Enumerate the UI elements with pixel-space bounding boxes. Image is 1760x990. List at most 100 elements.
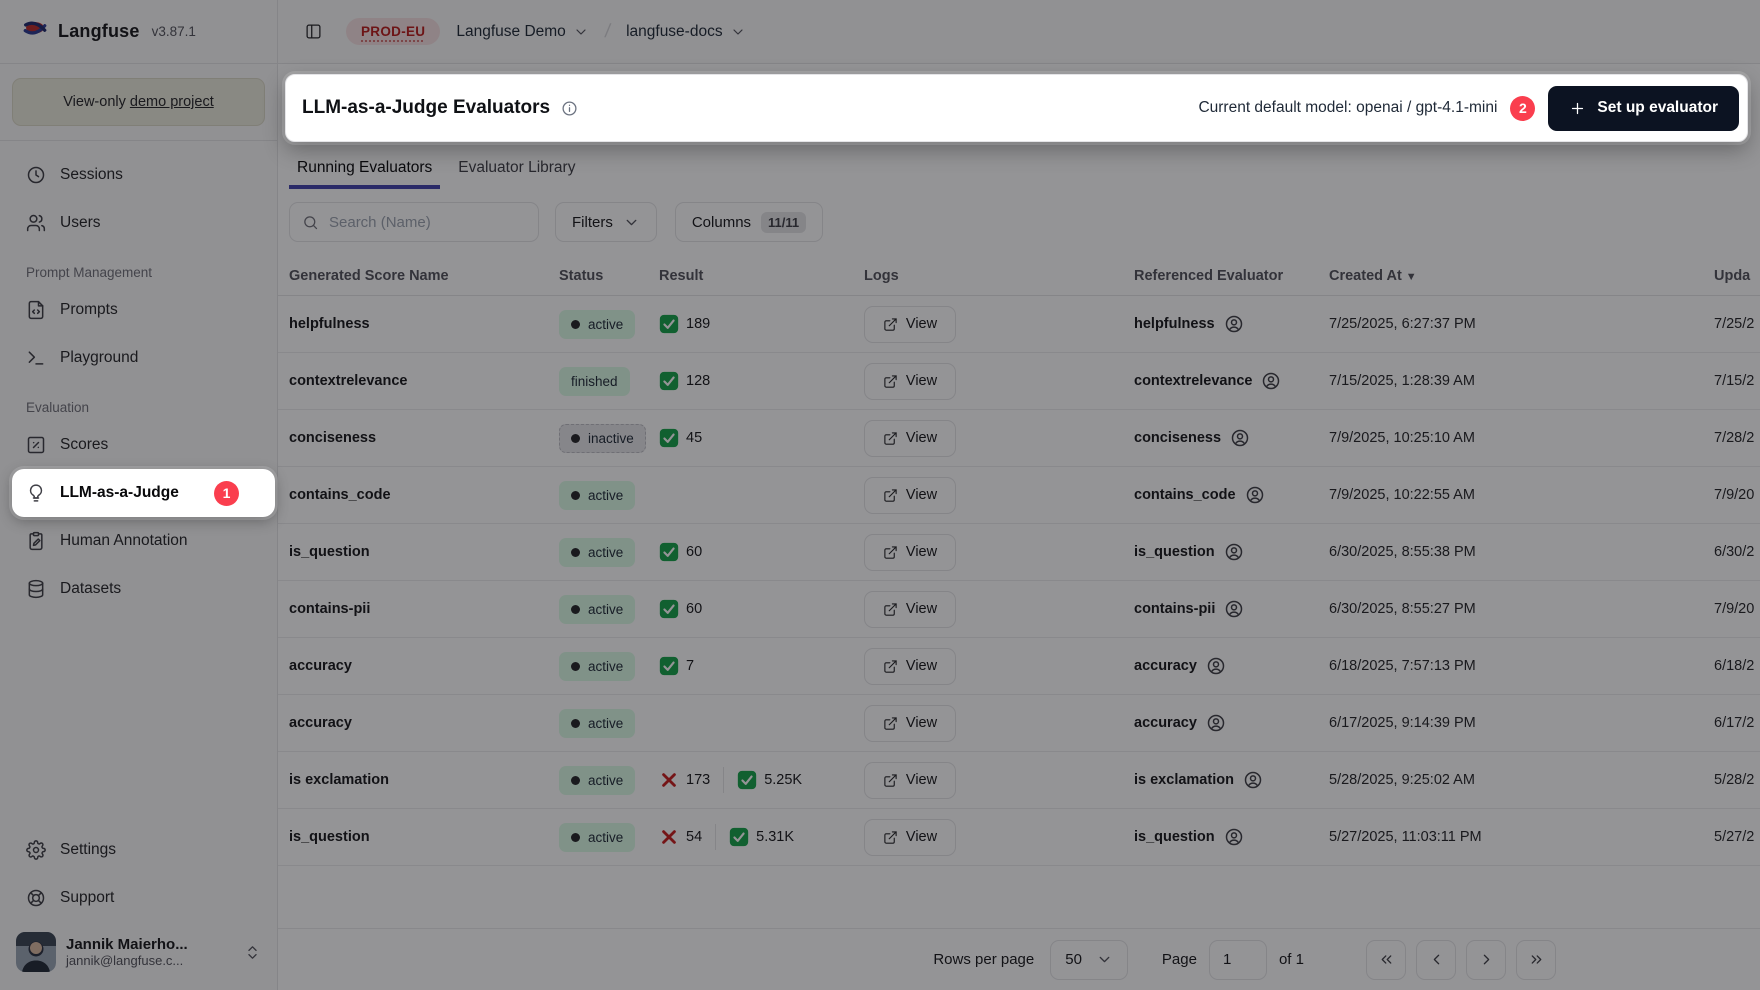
sidebar-item-support[interactable]: Support <box>12 874 265 922</box>
demo-project-link[interactable]: demo project <box>130 94 214 110</box>
logs-cell: View <box>864 819 1134 856</box>
external-link-icon <box>883 488 898 503</box>
sidebar-bottom: SettingsSupport Jannik Maierho... jannik… <box>0 826 277 990</box>
sidebar-divider <box>0 140 277 141</box>
column-header-generated-score-name[interactable]: Generated Score Name <box>289 268 559 284</box>
view-logs-button[interactable]: View <box>864 762 956 799</box>
page-size-select[interactable]: 50 <box>1050 940 1128 980</box>
result-pass: 5.25K <box>737 770 802 790</box>
referenced-evaluator-cell: accuracy <box>1134 713 1329 733</box>
user-circle-icon <box>1206 713 1226 733</box>
view-logs-button[interactable]: View <box>864 819 956 856</box>
search-input[interactable] <box>329 214 526 231</box>
search-icon <box>302 214 319 231</box>
view-logs-button[interactable]: View <box>864 477 956 514</box>
nav-section-label-evaluation: Evaluation <box>26 400 251 415</box>
last-page-button[interactable] <box>1516 940 1556 980</box>
updated-at-cell: 6/17/2 <box>1714 715 1760 731</box>
result-divider <box>723 767 724 793</box>
table-row[interactable]: concisenessinactive45Viewconciseness7/9/… <box>278 410 1760 467</box>
sidebar-item-human-annotation[interactable]: Human Annotation <box>12 517 265 565</box>
sidebar-item-settings[interactable]: Settings <box>12 826 265 874</box>
result-pass: 189 <box>659 314 710 334</box>
user-circle-icon <box>1245 485 1265 505</box>
file-code-icon <box>26 300 46 320</box>
status-dot-icon <box>571 719 580 728</box>
tab-running-evaluators[interactable]: Running Evaluators <box>289 152 440 189</box>
score-name-cell: contains_code <box>289 487 559 503</box>
status-badge: active <box>559 595 635 624</box>
search-box[interactable] <box>289 202 539 242</box>
sidebar-item-sessions[interactable]: Sessions <box>12 151 265 199</box>
sidebar-item-datasets[interactable]: Datasets <box>12 565 265 613</box>
table-row[interactable]: helpfulnessactive189Viewhelpfulness7/25/… <box>278 296 1760 353</box>
column-header-upda[interactable]: Upda <box>1714 268 1760 284</box>
first-page-button[interactable] <box>1366 940 1406 980</box>
view-logs-button[interactable]: View <box>864 534 956 571</box>
column-header-status[interactable]: Status <box>559 268 659 284</box>
table-row[interactable]: is_questionactive545.31KViewis_question5… <box>278 809 1760 866</box>
user-menu[interactable]: Jannik Maierho... jannik@langfuse.c... <box>12 922 265 984</box>
referenced-evaluator-cell: conciseness <box>1134 428 1329 448</box>
result-pass: 45 <box>659 428 702 448</box>
column-header-logs[interactable]: Logs <box>864 268 1134 284</box>
view-logs-button[interactable]: View <box>864 363 956 400</box>
logs-cell: View <box>864 477 1134 514</box>
previous-page-button[interactable] <box>1416 940 1456 980</box>
user-circle-icon <box>1261 371 1281 391</box>
sidebar-item-prompts[interactable]: Prompts <box>12 286 265 334</box>
next-page-button[interactable] <box>1466 940 1506 980</box>
tab-evaluator-library[interactable]: Evaluator Library <box>450 152 583 189</box>
status-cell: active <box>559 652 659 681</box>
score-name-cell: is_question <box>289 829 559 845</box>
external-link-icon <box>883 431 898 446</box>
filters-button[interactable]: Filters <box>555 202 657 242</box>
sidebar-item-playground[interactable]: Playground <box>12 334 265 382</box>
external-link-icon <box>883 773 898 788</box>
table-row[interactable]: contains_codeactiveViewcontains_code7/9/… <box>278 467 1760 524</box>
sidebar-item-label: Playground <box>60 349 138 367</box>
table-row[interactable]: is_questionactive60Viewis_question6/30/2… <box>278 524 1760 581</box>
logs-cell: View <box>864 705 1134 742</box>
info-icon[interactable] <box>561 100 578 117</box>
sidebar-item-label: Human Annotation <box>60 532 188 550</box>
view-logs-button[interactable]: View <box>864 648 956 685</box>
sidebar-nav: SessionsUsersPrompt ManagementPromptsPla… <box>0 147 277 613</box>
table-body: helpfulnessactive189Viewhelpfulness7/25/… <box>278 296 1760 866</box>
project-name: langfuse-docs <box>626 23 723 41</box>
sidebar-item-llm-as-a-judge[interactable]: LLM-as-a-Judge1 <box>12 469 275 517</box>
view-logs-button[interactable]: View <box>864 420 956 457</box>
sidebar-item-users[interactable]: Users <box>12 199 265 247</box>
created-at-cell: 5/28/2025, 9:25:02 AM <box>1329 772 1714 788</box>
view-logs-button[interactable]: View <box>864 705 956 742</box>
sidebar-toggle-button[interactable] <box>296 15 330 49</box>
sidebar-item-label: Sessions <box>60 166 123 184</box>
result-fail: 54 <box>659 827 702 847</box>
referenced-evaluator-cell: is_question <box>1134 827 1329 847</box>
page-label: Page <box>1162 951 1197 968</box>
lightbulb-icon <box>26 483 46 503</box>
environment-badge[interactable]: PROD-EU <box>346 18 440 45</box>
status-badge: active <box>559 538 635 567</box>
table-row[interactable]: is exclamationactive1735.25KViewis excla… <box>278 752 1760 809</box>
table-row[interactable]: contextrelevancefinished128Viewcontextre… <box>278 353 1760 410</box>
project-switcher[interactable]: langfuse-docs <box>626 23 746 41</box>
sidebar-item-scores[interactable]: Scores <box>12 421 265 469</box>
columns-button[interactable]: Columns 11/11 <box>675 202 823 242</box>
column-header-result[interactable]: Result <box>659 268 864 284</box>
users-icon <box>26 213 46 233</box>
view-logs-button[interactable]: View <box>864 306 956 343</box>
logs-cell: View <box>864 420 1134 457</box>
result-cell: 1735.25K <box>659 767 864 793</box>
org-switcher[interactable]: Langfuse Demo <box>456 23 588 41</box>
table-row[interactable]: accuracyactiveViewaccuracy6/17/2025, 9:1… <box>278 695 1760 752</box>
referenced-evaluator-cell: helpfulness <box>1134 314 1329 334</box>
setup-evaluator-button[interactable]: Set up evaluator <box>1548 86 1739 131</box>
table-row[interactable]: accuracyactive7Viewaccuracy6/18/2025, 7:… <box>278 638 1760 695</box>
result-pass: 60 <box>659 599 702 619</box>
page-number-input[interactable]: 1 <box>1209 940 1267 980</box>
view-logs-button[interactable]: View <box>864 591 956 628</box>
table-row[interactable]: contains-piiactive60Viewcontains-pii6/30… <box>278 581 1760 638</box>
column-header-referenced-evaluator[interactable]: Referenced Evaluator <box>1134 268 1329 284</box>
column-header-created-at[interactable]: Created At▼ <box>1329 268 1714 284</box>
